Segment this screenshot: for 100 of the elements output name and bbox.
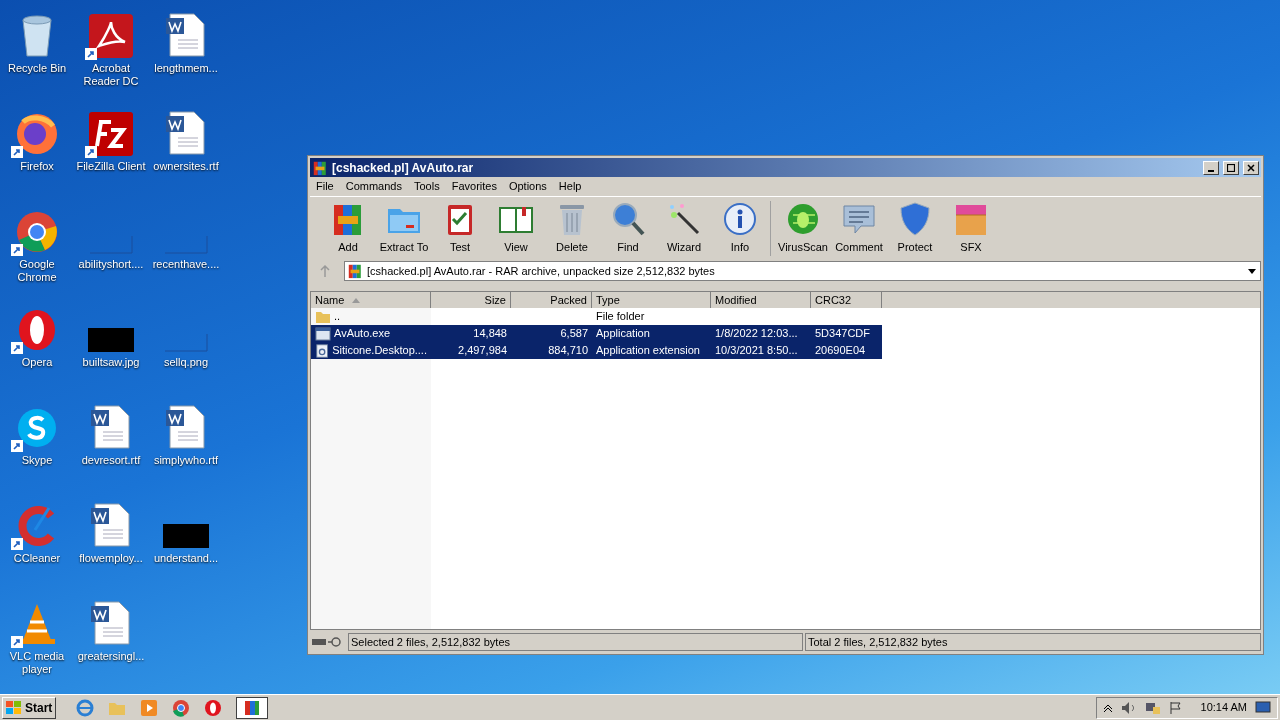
desktop-icon-label: flowemploy...: [78, 552, 144, 565]
desktop-icon[interactable]: sellq.png: [148, 300, 224, 388]
toolbar-button[interactable]: SFX: [943, 201, 999, 256]
start-button[interactable]: Start: [2, 696, 57, 719]
table-cell-text: ..: [334, 309, 341, 325]
desktop-icon-label: abilityshort....: [77, 258, 145, 271]
windows-logo-icon: [6, 700, 22, 715]
desktop-icon-label: builtsaw.jpg: [81, 356, 141, 369]
books-stack-icon: [312, 159, 328, 176]
table-cell-text: 1/8/2022 12:03...: [715, 326, 798, 342]
status-text: Total 2 files, 2,512,832 bytes: [805, 633, 1261, 651]
desktop-icon-label: FileZilla Client: [75, 160, 147, 173]
desktop-icon-label: sellq.png: [162, 356, 209, 369]
chrome-icon[interactable]: [172, 698, 191, 717]
file-row[interactable]: .. File folder: [311, 308, 882, 325]
path-field[interactable]: [cshacked.pl] AvAuto.rar - RAR archive, unpacked size 2,512,832 bytes: [344, 261, 1261, 281]
sort-arrow-icon: [352, 297, 361, 303]
desktop-icon-label: Recycle Bin: [6, 62, 68, 75]
desktop-icon[interactable]: simplywho.rtf: [148, 398, 224, 486]
document-icon: [91, 502, 131, 548]
taskbar-app-button[interactable]: [236, 696, 269, 719]
toolbar-button[interactable]: Add: [320, 201, 376, 256]
toolbar-button[interactable]: Find: [600, 201, 656, 256]
toolbar-button[interactable]: VirusScan: [775, 201, 831, 256]
table-cell-text: 10/3/2021 8:50...: [715, 343, 798, 359]
table-cell-text: 5D347CDF: [815, 326, 871, 342]
table-cell-text: 2,497,984: [458, 343, 507, 359]
table-cell-text: 884,710: [548, 343, 588, 359]
desktop-icon[interactable]: greatersingl...: [74, 594, 148, 682]
media-player-icon[interactable]: [140, 698, 159, 717]
desktop-icon[interactable]: FileZilla Client: [74, 104, 148, 192]
info-icon: [722, 201, 758, 238]
speaker-icon[interactable]: [1120, 700, 1137, 715]
desktop-icon[interactable]: Skype: [0, 398, 74, 486]
desktop-icon-label: greatersingl...: [76, 650, 146, 663]
desktop-icon-label: Opera: [20, 356, 54, 369]
desktop-icon[interactable]: flowemploy...: [74, 496, 148, 584]
toolbar-button[interactable]: Wizard: [656, 201, 712, 256]
minimize-button[interactable]: [1203, 160, 1219, 175]
toolbar-button[interactable]: Test: [432, 201, 488, 256]
table-cell-text: Application extension: [596, 343, 700, 359]
desktop-icon[interactable]: abilityshort....: [74, 202, 148, 290]
desktop-icon-label: Google Chrome: [16, 258, 58, 284]
close-icon: [1247, 163, 1255, 172]
desktop-icon-label: lengthmem...: [153, 62, 219, 75]
toolbar-button[interactable]: Extract To: [376, 201, 432, 256]
desktop-icon-label: simplywho.rtf: [152, 454, 220, 467]
monitor-icon[interactable]: [1255, 700, 1271, 715]
desktop-icon[interactable]: recenthave....: [148, 202, 224, 290]
status-text: Selected 2 files, 2,512,832 bytes: [348, 633, 803, 651]
desktop-icon[interactable]: Firefox: [0, 104, 74, 192]
toolbar-button[interactable]: Info: [712, 201, 768, 256]
menu-item[interactable]: Commands: [339, 178, 408, 195]
menu-item[interactable]: Favorites: [445, 178, 503, 195]
filezilla-icon: [89, 112, 133, 156]
desktop-icon[interactable]: ownersites.rtf: [148, 104, 224, 192]
minimize-icon: [1207, 169, 1215, 172]
internet-explorer-icon[interactable]: [76, 698, 95, 717]
desktop-icon[interactable]: Google Chrome: [0, 202, 74, 290]
desktop-icon[interactable]: Opera: [0, 300, 74, 388]
application-icon: [315, 326, 331, 341]
desktop-icon[interactable]: Recycle Bin: [0, 6, 74, 94]
menu-item[interactable]: File: [310, 178, 340, 195]
desktop-icon[interactable]: VLC media player: [0, 594, 74, 682]
desktop-icon[interactable]: builtsaw.jpg: [74, 300, 148, 388]
toolbar-button[interactable]: Delete: [544, 201, 600, 256]
table-cell-text: 14,848: [473, 326, 507, 342]
file-row[interactable]: AvAuto.exe 14,848 6,587 Application 1/8/2022 12:03... 5D347CDF: [311, 325, 882, 342]
desktop-icon[interactable]: devresort.rtf: [74, 398, 148, 486]
menu-item[interactable]: Options: [502, 178, 553, 195]
network-icon[interactable]: [1144, 700, 1161, 715]
chevron-up-icon[interactable]: [1102, 702, 1113, 713]
desktop-icon-label: VLC media player: [8, 650, 66, 676]
toolbar-button[interactable]: View: [488, 201, 544, 256]
desktop-icon[interactable]: CCleaner: [0, 496, 74, 584]
window-title: [cshacked.pl] AvAuto.rar: [332, 159, 475, 177]
skype-icon: [15, 406, 59, 450]
desktop-icon[interactable]: lengthmem...: [148, 6, 224, 94]
menu-item[interactable]: Tools: [408, 178, 446, 195]
menu-item[interactable]: Help: [552, 178, 588, 195]
image-thumbnail-icon: [163, 524, 209, 548]
flag-icon[interactable]: [1168, 700, 1183, 715]
books-stack-icon: [347, 263, 363, 279]
document-icon: [91, 600, 131, 646]
toolbar-button[interactable]: Protect: [887, 201, 943, 256]
desktop-icon-label: recenthave....: [151, 258, 221, 271]
gear-document-icon: [315, 342, 330, 359]
desktop-icon[interactable]: understand...: [148, 496, 224, 584]
file-row[interactable]: Siticone.Desktop.... 2,497,984 884,710 Application extension 10/3/2021 8:50... 20690E04: [311, 342, 882, 359]
desktop-icon-label: ownersites.rtf: [152, 160, 220, 173]
close-button[interactable]: [1243, 160, 1259, 175]
firefox-icon: [15, 112, 59, 156]
opera-icon[interactable]: [204, 698, 223, 717]
maximize-button[interactable]: [1223, 160, 1239, 175]
desktop-icon-label: Acrobat Reader DC: [82, 62, 140, 88]
document-icon: [166, 110, 206, 156]
table-cell-text: 20690E04: [815, 343, 866, 359]
toolbar-button[interactable]: Comment: [831, 201, 887, 256]
desktop-icon[interactable]: Acrobat Reader DC: [74, 6, 148, 94]
document-icon: [91, 404, 131, 450]
